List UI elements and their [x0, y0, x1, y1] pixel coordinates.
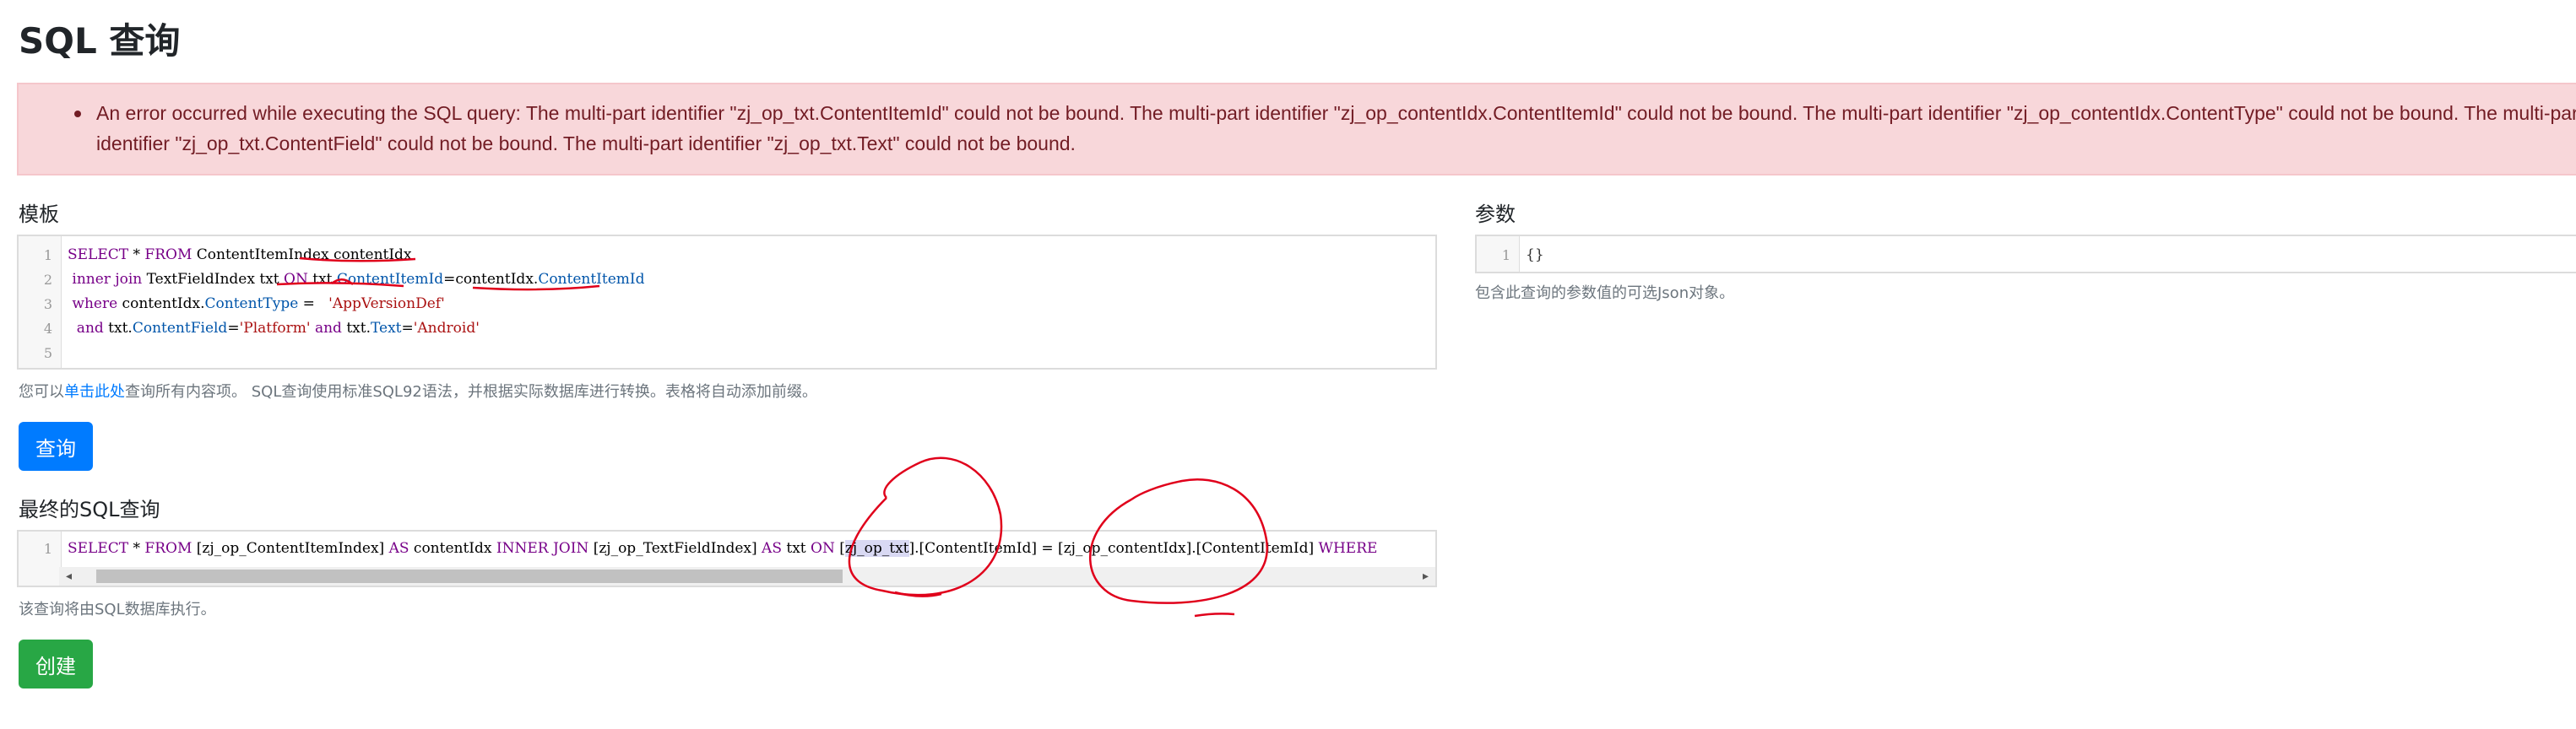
code-text: ContentItemIndex contentIdx [192, 246, 412, 263]
keyword: INNER JOIN [496, 540, 589, 557]
code-text: = [401, 320, 414, 337]
keyword: WHERE [1318, 540, 1378, 557]
code-text: [zj_op_ContentItemIndex] [192, 540, 389, 557]
code-text: txt [781, 540, 811, 557]
code-text: txt. [103, 320, 133, 337]
params-hint: 包含此查询的参数值的可选Json对象。 [1475, 284, 1735, 302]
params-editor[interactable]: 1 {} [1475, 235, 2576, 273]
code-text: * [128, 540, 145, 557]
circle-annotation [1194, 613, 1235, 618]
keyword: FROM [144, 540, 193, 557]
final-sql-line: SELECT * FROM [zj_op_ContentItemIndex] A… [68, 537, 1435, 561]
params-value: {} [1526, 246, 1544, 263]
circle-annotation [894, 591, 942, 597]
code-text: = [227, 320, 240, 337]
final-sql-hint: 该查询将由SQL数据库执行。 [19, 601, 216, 618]
scroll-left-icon[interactable]: ◂ [66, 570, 72, 583]
scroll-right-icon[interactable]: ▸ [1423, 570, 1429, 583]
code-text: [ [834, 540, 845, 557]
property: ContentField [132, 320, 228, 337]
code-text: =contentIdx. [443, 271, 539, 288]
params-label: 参数 [1475, 202, 1516, 226]
line-number: 1 [43, 541, 52, 557]
keyword: SELECT [68, 246, 129, 263]
code-text: [zj_op_TextFieldIndex] [588, 540, 762, 557]
final-sql-label: 最终的SQL查询 [19, 498, 160, 521]
code-text: * [128, 246, 145, 263]
query-button[interactable]: 查询 [19, 422, 93, 471]
string: 'Android' [413, 320, 480, 337]
line-gutter: 1 2 3 4 5 [19, 236, 62, 368]
property: ContentItemId [336, 271, 444, 288]
line-number: 5 [43, 345, 52, 361]
line-number: 1 [1501, 247, 1510, 263]
final-sql-editor[interactable]: 1 SELECT * FROM [zj_op_ContentItemIndex]… [17, 530, 1437, 587]
keyword: ON [811, 540, 835, 557]
string: 'Platform' [239, 320, 311, 337]
property: Text [370, 320, 402, 337]
code-text: txt. [307, 271, 337, 288]
code-text: = [298, 295, 329, 312]
keyword: and [310, 320, 342, 337]
keyword: SELECT [68, 540, 129, 557]
code-line-3: where contentIdx.ContentType = 'AppVersi… [68, 292, 445, 316]
line-gutter: 1 [19, 532, 62, 586]
line-number: 2 [43, 272, 52, 288]
code-text: TextFieldIndex txt [142, 271, 285, 288]
bullet-icon [74, 111, 81, 117]
keyword: and [68, 320, 104, 337]
code-text: contentIdx. [117, 295, 205, 312]
line-number: 4 [43, 321, 52, 337]
template-label: 模板 [19, 202, 59, 226]
keyword: FROM [144, 246, 193, 263]
selected-text: zj_op_txt [844, 540, 909, 557]
keyword: ON [284, 271, 308, 288]
code-line-4: and txt.ContentField='Platform' and txt.… [68, 316, 480, 341]
page-title: SQL 查询 [19, 20, 181, 62]
template-editor[interactable]: 1 2 3 4 5 SELECT * FROM ContentItemIndex… [17, 235, 1437, 370]
property: ContentItemId [538, 271, 645, 288]
line-gutter: 1 [1477, 236, 1520, 272]
template-hint: 您可以单击此处查询所有内容项。 SQL查询使用标准SQL92语法，并根据实际数据… [19, 380, 817, 402]
line-number: 3 [43, 296, 52, 312]
error-alert: An error occurred while executing the SQ… [17, 83, 2576, 176]
create-button[interactable]: 创建 [19, 640, 93, 688]
line-number: 1 [43, 247, 52, 263]
click-here-link[interactable]: 单击此处 [64, 383, 125, 401]
keyword: where [68, 295, 118, 312]
code-text: contentIdx [409, 540, 496, 557]
code-line-1: SELECT * FROM ContentItemIndex contentId… [68, 243, 412, 267]
keyword: AS [388, 540, 409, 557]
code-text: ].[ContentItemId] = [zj_op_contentIdx].[… [908, 540, 1319, 557]
keyword: AS [762, 540, 782, 557]
code-line-2: inner join TextFieldIndex txt ON txt.Con… [68, 267, 645, 292]
hint-text: 查询所有内容项。 SQL查询使用标准SQL92语法，并根据实际数据库进行转换。表… [125, 383, 817, 401]
scroll-thumb[interactable] [96, 570, 843, 583]
keyword: inner join [68, 271, 143, 288]
code-text: txt. [341, 320, 371, 337]
hint-text: 您可以 [19, 383, 64, 401]
string: 'AppVersionDef' [328, 295, 445, 312]
horizontal-scrollbar[interactable]: ◂ ▸ [59, 567, 1435, 586]
error-message: An error occurred while executing the SQ… [96, 102, 2576, 154]
property: ContentType [204, 295, 299, 312]
